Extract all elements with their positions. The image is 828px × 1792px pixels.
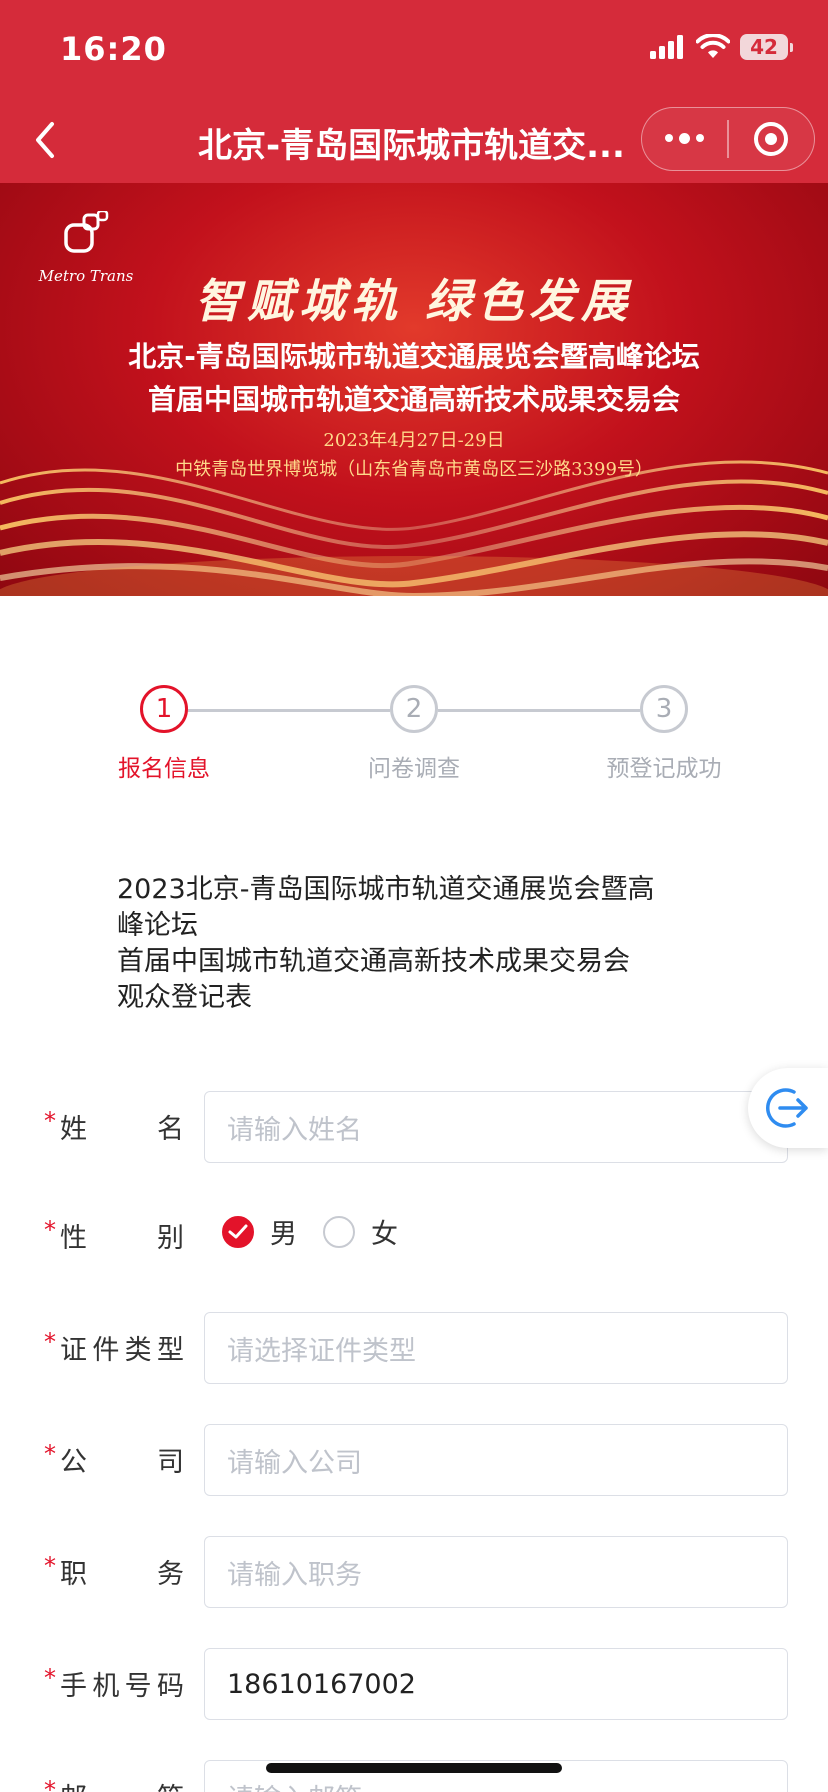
radio-checked-icon <box>222 1215 254 1248</box>
phone-input[interactable]: 18610167002 <box>204 1648 788 1720</box>
position-label: * 职务 <box>44 1552 184 1590</box>
id-type-select[interactable]: 请选择证件类型 <box>204 1312 788 1384</box>
banner-slogan: 智赋城轨 绿色发展 <box>194 274 633 328</box>
banner-venue: 中铁青岛世界博览城（山东省青岛市黄岛区三沙路3399号） <box>175 459 653 480</box>
required-mark: * <box>44 1776 56 1792</box>
phone-row: * 手机号码 18610167002 <box>0 1648 828 1720</box>
gender-option-male[interactable]: 男 <box>222 1212 297 1251</box>
home-indicator[interactable] <box>266 1763 562 1773</box>
email-label: * 邮箱 <box>44 1776 184 1792</box>
battery-indicator: 42 <box>740 34 793 60</box>
back-arrow-icon[interactable] <box>28 118 64 162</box>
company-row: * 公司 请输入公司 <box>0 1424 828 1496</box>
gender-option-female[interactable]: 女 <box>323 1212 398 1251</box>
name-row: * 姓名 请输入姓名 <box>0 1091 828 1163</box>
required-mark: * <box>44 1216 56 1244</box>
form-heading-line: 首届中国城市轨道交通高新技术成果交易会 <box>117 946 630 977</box>
name-label: * 姓名 <box>44 1107 184 1145</box>
company-label: * 公司 <box>44 1440 184 1478</box>
required-mark: * <box>44 1440 56 1468</box>
radio-unchecked-icon <box>323 1215 355 1248</box>
phone-label: * 手机号码 <box>44 1664 184 1702</box>
floating-share-button[interactable] <box>748 1068 828 1148</box>
status-time: 16:20 <box>60 30 167 68</box>
position-input[interactable]: 请输入职务 <box>204 1536 788 1608</box>
page-title: 北京-青岛国际城市轨道交... <box>198 126 625 166</box>
gender-row: * 性别 男 女 <box>0 1200 828 1272</box>
required-mark: * <box>44 1328 56 1356</box>
step-1-label: 报名信息 <box>118 756 210 782</box>
step-2-label: 问卷调查 <box>368 756 460 782</box>
miniprogram-capsule <box>641 107 815 171</box>
step-1-circle: 1 <box>140 685 188 733</box>
company-input[interactable]: 请输入公司 <box>204 1424 788 1496</box>
form-heading: 2023北京-青岛国际城市轨道交通展览会暨高 峰论坛 首届中国城市轨道交通高新技… <box>117 872 717 1016</box>
status-icons: 42 <box>650 34 793 60</box>
top-bar: 16:20 42 北京-青岛国际城市轨道交... <box>0 0 828 183</box>
position-row: * 职务 请输入职务 <box>0 1536 828 1608</box>
metrotrans-logo-mark <box>64 209 109 253</box>
form-heading-line: 观众登记表 <box>117 982 252 1013</box>
name-input[interactable]: 请输入姓名 <box>204 1091 788 1163</box>
form-heading-line: 2023北京-青岛国际城市轨道交通展览会暨高 峰论坛 <box>117 874 655 941</box>
progress-steps: 1 2 3 报名信息 问卷调查 预登记成功 <box>0 685 828 785</box>
step-3-label: 预登记成功 <box>606 756 722 782</box>
id-type-row: * 证件类型 请选择证件类型 <box>0 1312 828 1384</box>
step-connector <box>438 709 640 712</box>
more-menu-button[interactable] <box>642 107 727 171</box>
event-banner: Metro Trans 智赋城轨 绿色发展 北京-青岛国际城市轨道交通展览会暨高… <box>0 183 828 596</box>
banner-event-subtitle: 首届中国城市轨道交通高新技术成果交易会 <box>147 383 680 416</box>
gender-radio-group: 男 女 <box>222 1212 424 1251</box>
required-mark: * <box>44 1107 56 1135</box>
required-mark: * <box>44 1664 56 1692</box>
id-type-label: * 证件类型 <box>44 1328 184 1366</box>
required-mark: * <box>44 1552 56 1580</box>
target-circle-icon <box>754 122 789 156</box>
step-3-circle: 3 <box>640 685 688 733</box>
more-dots-icon <box>665 133 705 144</box>
cellular-signal-icon <box>650 35 683 59</box>
step-connector <box>188 709 390 712</box>
gender-label: * 性别 <box>44 1216 184 1254</box>
banner-date: 2023年4月27日-29日 <box>323 430 505 451</box>
banner-event-title: 北京-青岛国际城市轨道交通展览会暨高峰论坛 <box>128 340 700 373</box>
step-2-circle: 2 <box>390 685 438 733</box>
exit-arrow-icon <box>766 1088 808 1128</box>
close-miniprogram-button[interactable] <box>729 107 814 171</box>
wifi-icon <box>696 34 730 58</box>
